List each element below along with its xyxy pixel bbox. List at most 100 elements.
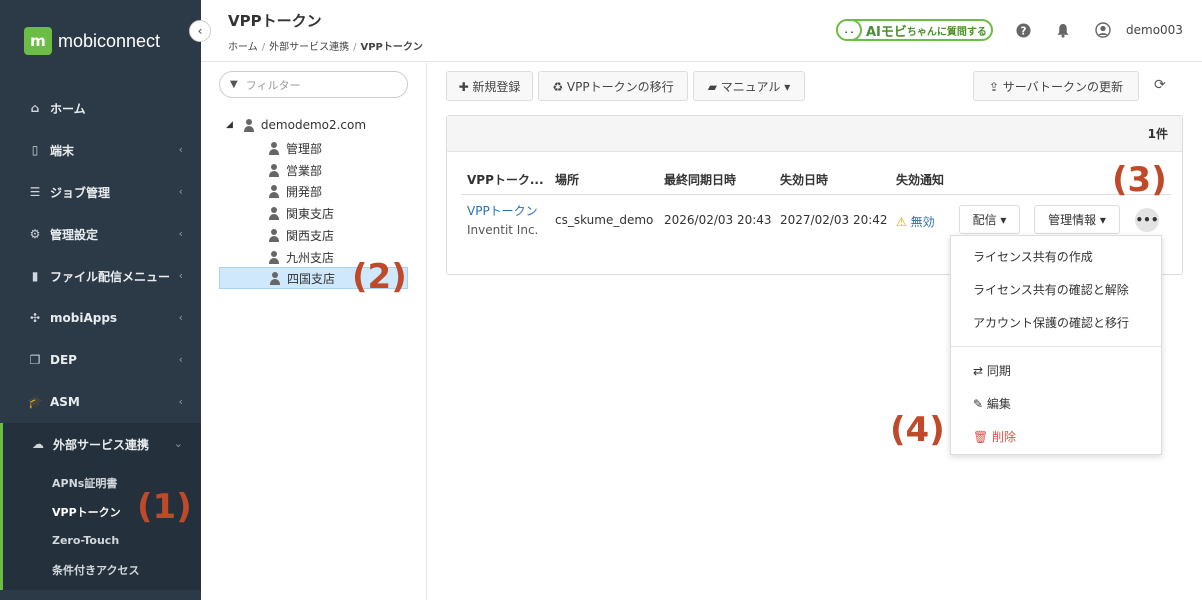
sidebar-item-label: ファイル配信メニュー [50, 269, 171, 284]
column-header-last-sync[interactable]: 最終同期日時 [664, 171, 736, 188]
person-icon [268, 184, 280, 198]
cell-expire: 2027/02/03 20:42 [780, 213, 888, 227]
update-server-token-button[interactable]: ⇪ サーバトークンの更新 [973, 71, 1139, 101]
ai-button-strong: AIモビ [866, 24, 907, 40]
sidebar-item-home[interactable]: ⌂ ホーム [0, 87, 201, 129]
tree-node-label: 営業部 [286, 163, 323, 178]
annotation-2: (2) [352, 257, 407, 297]
sidebar-item-devices[interactable]: ▯ 端末 ‹ [0, 129, 201, 171]
tree-root-node[interactable]: ◢ demodemo2.com [226, 118, 366, 132]
filter-icon: ▼ [230, 79, 238, 90]
sidebar-subitem-conditional-access[interactable]: 条件付きアクセス [3, 555, 201, 584]
header-divider [461, 194, 1171, 195]
breadcrumb-separator: / [353, 42, 357, 53]
sidebar-item-label: 外部サービス連携 [53, 437, 150, 452]
chevron-left-icon: ‹ [178, 143, 183, 156]
sidebar-item-settings[interactable]: ⚙ 管理設定 ‹ [0, 213, 201, 255]
more-actions-button[interactable]: ••• [1135, 208, 1159, 232]
user-avatar-icon[interactable] [1093, 20, 1113, 40]
vpp-token-org: Inventit Inc. [467, 223, 539, 237]
menu-item-sync[interactable]: ⇄ 同期 [973, 362, 1011, 379]
home-icon: ⌂ [30, 101, 40, 115]
tree-node-label: 九州支店 [286, 250, 335, 265]
chevron-left-icon: ‹ [178, 311, 183, 324]
person-icon [269, 271, 281, 285]
new-register-button[interactable]: ✚ 新規登録 [446, 71, 533, 101]
sidebar-item-dep[interactable]: ❐ DEP ‹ [0, 339, 201, 381]
annotation-3: (3) [1112, 160, 1167, 200]
chevron-left-icon: ‹ [178, 395, 183, 408]
group-tree-panel: ▼ フィルター ◢ demodemo2.com 管理部 営業部 開発部 関東支店… [201, 63, 427, 600]
chevron-left-icon: ‹ [178, 269, 183, 282]
brand-logo[interactable]: m mobiconnect [24, 27, 160, 55]
tree-filter-input[interactable]: ▼ フィルター [219, 71, 408, 98]
sidebar-item-jobs[interactable]: ☰ ジョブ管理 ‹ [0, 171, 201, 213]
page-title: VPPトークン [228, 12, 322, 30]
sidebar-item-label: ホーム [50, 101, 86, 116]
tree-node-eigyobu[interactable]: 営業部 [219, 159, 408, 181]
column-header-expire[interactable]: 失効日時 [780, 171, 828, 188]
external-services-submenu: APNs証明書 VPPトークン Zero-Touch 条件付きアクセス [0, 465, 201, 590]
page-header: VPPトークン ホーム / 外部サービス連携 / VPPトークン . . AIモビ ちゃ… [201, 0, 1202, 62]
tree-node-kansai[interactable]: 関西支店 [219, 224, 408, 246]
menu-item-account-protection-migrate[interactable]: アカウント保護の確認と移行 [973, 314, 1129, 331]
migrate-vpp-token-button[interactable]: ♻ VPPトークンの移行 [538, 71, 688, 101]
menu-item-create-license-sharing[interactable]: ライセンス共有の作成 [973, 248, 1093, 265]
ai-assistant-button[interactable]: . . AIモビ ちゃんに質問する [836, 19, 993, 41]
sidebar-subitem-zero-touch[interactable]: Zero-Touch [3, 526, 201, 555]
filter-placeholder: フィルター [245, 78, 301, 92]
breadcrumb: ホーム / 外部サービス連携 / VPPトークン [228, 38, 423, 53]
refresh-icon[interactable]: ⟳ [1154, 77, 1166, 93]
user-name[interactable]: demo003 [1126, 23, 1183, 37]
breadcrumb-separator: / [261, 42, 266, 53]
cell-location: cs_skume_demo [555, 213, 654, 227]
cell-notify: ⚠ 無効 [896, 213, 935, 230]
sidebar-item-label: DEP [50, 353, 77, 367]
sidebar-item-label: ASM [50, 395, 80, 409]
tree-node-label: 関東支店 [286, 206, 335, 221]
cell-last-sync: 2026/02/03 20:43 [664, 213, 772, 227]
sidebar-item-external-services[interactable]: ☁ 外部サービス連携 ⌄ [0, 423, 201, 465]
menu-item-confirm-release-license-sharing[interactable]: ライセンス共有の確認と解除 [973, 281, 1129, 298]
tree-node-label: 関西支店 [286, 228, 335, 243]
sidebar-item-file-delivery[interactable]: ▮ ファイル配信メニュー ‹ [0, 255, 201, 297]
tree-node-label: 管理部 [286, 141, 323, 156]
breadcrumb-home[interactable]: ホーム [228, 42, 258, 53]
sidebar-collapse-button[interactable]: ‹ [189, 20, 211, 42]
chevron-left-icon: ‹ [178, 227, 183, 240]
result-count: 1件 [447, 116, 1182, 152]
sidebar-item-label: ジョブ管理 [50, 185, 111, 200]
copy-icon: ❐ [29, 353, 41, 367]
chevron-left-icon: ‹ [178, 185, 183, 198]
tree-node-kanto[interactable]: 関東支店 [219, 202, 408, 224]
tree-node-label: 四国支店 [287, 271, 336, 286]
tree-node-label: 開発部 [286, 184, 323, 199]
logo-text: mobiconnect [58, 30, 161, 51]
vpp-token-link[interactable]: VPPトークン [467, 202, 538, 219]
column-header-notify[interactable]: 失効通知 [896, 171, 944, 188]
tree-node-kaihatsubu[interactable]: 開発部 [219, 180, 408, 202]
tree-node-kanribu[interactable]: 管理部 [219, 137, 408, 159]
manage-info-dropdown-button[interactable]: 管理情報 ▾ [1034, 205, 1120, 234]
tree-root-label: demodemo2.com [260, 118, 367, 132]
sidebar-item-mobiapps[interactable]: ✣ mobiApps ‹ [0, 297, 201, 339]
breadcrumb-external-services[interactable]: 外部サービス連携 [269, 42, 349, 53]
cloud-icon: ☁ [32, 437, 44, 451]
sidebar-item-asm[interactable]: 🎓 ASM ‹ [0, 381, 201, 423]
manual-dropdown-button[interactable]: ▰ マニュアル ▾ [693, 71, 805, 101]
annotation-4: (4) [890, 410, 945, 450]
column-header-token[interactable]: VPPトーク... [467, 171, 544, 188]
menu-item-edit[interactable]: ✎ 編集 [973, 395, 1011, 412]
deliver-dropdown-button[interactable]: 配信 ▾ [959, 205, 1020, 234]
puzzle-icon: ✣ [29, 311, 41, 325]
collapse-triangle-icon[interactable]: ◢ [226, 120, 233, 130]
menu-item-delete[interactable]: 🗑 削除 [973, 428, 1016, 445]
device-icon: ▯ [31, 143, 39, 157]
sidebar-item-label: mobiApps [50, 311, 118, 325]
sidebar-item-label: 管理設定 [50, 227, 99, 242]
sidebar-item-label: 端末 [50, 143, 75, 158]
help-icon[interactable]: ? [1013, 20, 1033, 40]
column-header-location[interactable]: 場所 [555, 171, 579, 188]
person-icon [268, 141, 280, 155]
bell-icon[interactable] [1053, 20, 1073, 40]
